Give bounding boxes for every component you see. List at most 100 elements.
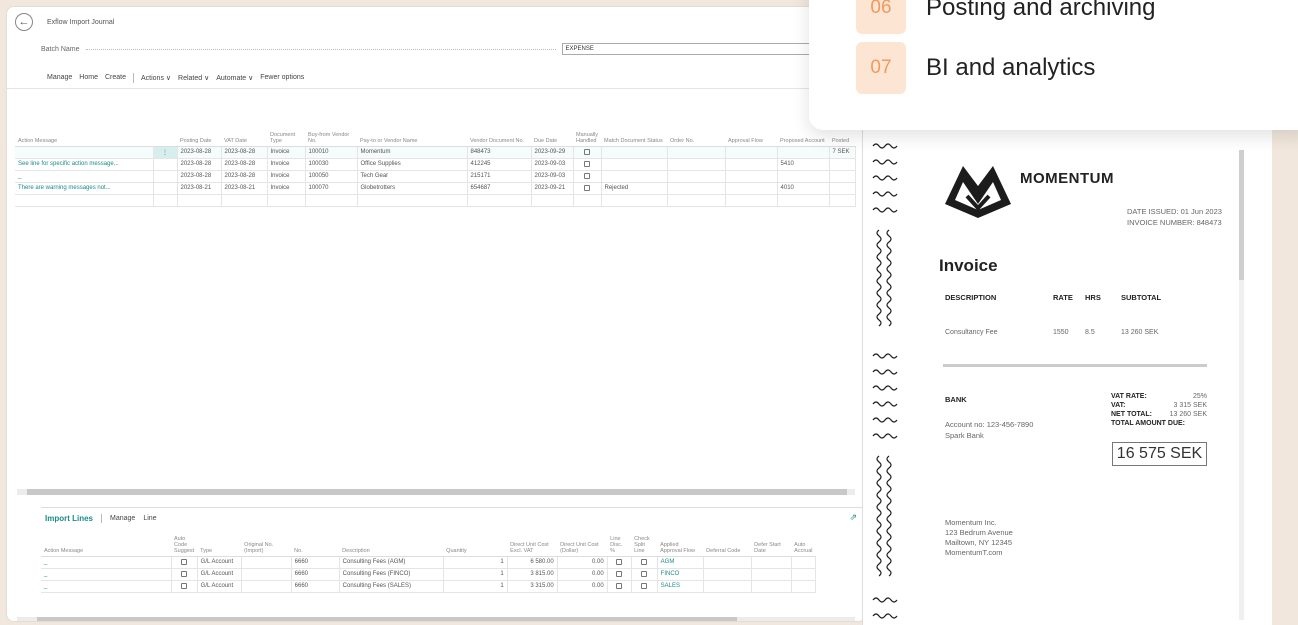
empty-cell[interactable] bbox=[305, 194, 358, 207]
cell-vd[interactable]: 2023-08-28 bbox=[221, 158, 268, 171]
action-4[interactable]: Related ∨ bbox=[178, 74, 209, 82]
cell-pd[interactable]: 2023-08-28 bbox=[177, 170, 222, 183]
checkbox[interactable] bbox=[181, 570, 188, 577]
empty-cell[interactable] bbox=[15, 194, 154, 207]
empty-cell[interactable] bbox=[601, 194, 668, 207]
empty-cell[interactable] bbox=[703, 568, 752, 581]
cell-flow[interactable]: FINCO bbox=[657, 568, 704, 581]
table-row[interactable] bbox=[15, 194, 856, 207]
action-0[interactable]: Manage bbox=[47, 74, 72, 81]
cell-acct[interactable]: 4010 bbox=[777, 182, 830, 195]
action-5[interactable]: Automate ∨ bbox=[216, 74, 253, 82]
cell-type[interactable]: Invoice bbox=[267, 146, 306, 159]
cell-posted[interactable]: 7 SEK bbox=[829, 146, 856, 159]
cell-type[interactable]: G/L Account bbox=[197, 580, 242, 593]
cell-acct[interactable]: 5410 bbox=[777, 158, 830, 171]
table-row[interactable]: _ G/L Account 6660 Consulting Fees (AGM) 1 6 … bbox=[41, 556, 817, 569]
cell-costd[interactable]: 0.00 bbox=[557, 556, 608, 569]
checkbox-cell[interactable] bbox=[607, 580, 632, 593]
empty-cell[interactable] bbox=[725, 194, 778, 207]
empty-cell[interactable] bbox=[791, 580, 817, 593]
table-row[interactable]: ⋮ 2023-08-28 2023-08-28 Invoice 100010 Moment… bbox=[15, 146, 856, 159]
cell-acct[interactable] bbox=[777, 170, 830, 183]
empty-cell[interactable] bbox=[221, 194, 268, 207]
table-row[interactable]: _ G/L Account 6660 Consulting Fees (FINCO) 1… bbox=[41, 568, 817, 581]
cell-vno[interactable]: 100070 bbox=[305, 182, 358, 195]
empty-cell[interactable] bbox=[573, 194, 602, 207]
empty-cell[interactable] bbox=[791, 556, 817, 569]
scroll-thumb[interactable] bbox=[27, 489, 847, 495]
row-menu[interactable] bbox=[153, 158, 178, 171]
cell-vd[interactable]: 2023-08-21 bbox=[221, 182, 268, 195]
scroll-thumb[interactable] bbox=[37, 617, 737, 621]
table-row[interactable]: See line for specific action message... 2… bbox=[15, 158, 856, 171]
checkbox[interactable] bbox=[584, 184, 590, 191]
empty-cell[interactable] bbox=[777, 194, 830, 207]
cell-flow[interactable] bbox=[725, 182, 778, 195]
cell-match[interactable] bbox=[601, 146, 668, 159]
cell-type[interactable]: Invoice bbox=[267, 158, 306, 171]
cell-vname[interactable]: Tech Gear bbox=[357, 170, 468, 183]
cell-msg[interactable]: _ bbox=[41, 568, 172, 581]
checkbox-cell[interactable] bbox=[631, 556, 658, 569]
checkbox[interactable] bbox=[181, 558, 188, 565]
cell-no[interactable]: 6660 bbox=[291, 556, 340, 569]
cell-costd[interactable]: 0.00 bbox=[557, 568, 608, 581]
cell-match[interactable]: Rejected bbox=[601, 182, 668, 195]
empty-cell[interactable] bbox=[177, 194, 222, 207]
checkbox[interactable] bbox=[641, 582, 648, 589]
cell-flow[interactable] bbox=[725, 170, 778, 183]
cell-orig[interactable] bbox=[241, 568, 292, 581]
cell-flow[interactable] bbox=[725, 146, 778, 159]
cell-posted[interactable] bbox=[829, 158, 856, 171]
row-menu[interactable] bbox=[153, 170, 178, 183]
checkbox[interactable] bbox=[641, 558, 648, 565]
checkbox-cell[interactable] bbox=[171, 568, 198, 581]
table-row[interactable]: _ G/L Account 6660 Consulting Fees (SALES) 1… bbox=[41, 580, 817, 593]
cell-qty[interactable]: 1 bbox=[443, 568, 508, 581]
checkbox[interactable] bbox=[616, 558, 623, 565]
lines-horizontal-scrollbar[interactable] bbox=[17, 617, 855, 621]
cell-type[interactable]: G/L Account bbox=[197, 568, 242, 581]
checkbox[interactable] bbox=[584, 172, 590, 179]
cell-acct[interactable] bbox=[777, 146, 830, 159]
checkbox[interactable] bbox=[641, 570, 648, 577]
back-arrow-icon[interactable]: ← bbox=[15, 13, 33, 31]
manually-handled-checkbox[interactable] bbox=[573, 170, 602, 183]
cell-msg[interactable]: There are warning messages not... bbox=[15, 182, 154, 195]
scroll-thumb[interactable] bbox=[1239, 150, 1244, 280]
cell-doc[interactable]: 848473 bbox=[467, 146, 532, 159]
empty-cell[interactable] bbox=[357, 194, 468, 207]
cell-doc[interactable]: 412245 bbox=[467, 158, 532, 171]
cell-msg[interactable]: _ bbox=[41, 556, 172, 569]
cell-due[interactable]: 2023-09-21 bbox=[531, 182, 574, 195]
cell-msg[interactable]: _ bbox=[15, 170, 154, 183]
cell-match[interactable] bbox=[601, 170, 668, 183]
cell-type[interactable]: G/L Account bbox=[197, 556, 242, 569]
cell-desc[interactable]: Consulting Fees (FINCO) bbox=[339, 568, 444, 581]
empty-cell[interactable] bbox=[829, 194, 856, 207]
cell-cost[interactable]: 3 315.00 bbox=[507, 580, 558, 593]
cell-doc[interactable]: 654687 bbox=[467, 182, 532, 195]
empty-cell[interactable] bbox=[751, 556, 792, 569]
table-row[interactable]: _ 2023-08-28 2023-08-28 Invoice 100050 Tech G… bbox=[15, 170, 856, 183]
cell-pd[interactable]: 2023-08-28 bbox=[177, 146, 222, 159]
cell-order[interactable] bbox=[667, 182, 726, 195]
empty-cell[interactable] bbox=[531, 194, 574, 207]
share-icon[interactable]: ⇗ bbox=[849, 512, 857, 523]
checkbox-cell[interactable] bbox=[607, 556, 632, 569]
cell-pd[interactable]: 2023-08-28 bbox=[177, 158, 222, 171]
row-menu[interactable]: ⋮ bbox=[153, 146, 178, 159]
checkbox-cell[interactable] bbox=[631, 568, 658, 581]
empty-cell[interactable] bbox=[467, 194, 532, 207]
checkbox[interactable] bbox=[584, 160, 590, 167]
empty-cell[interactable] bbox=[791, 568, 817, 581]
checkbox[interactable] bbox=[584, 148, 590, 155]
empty-cell[interactable] bbox=[703, 556, 752, 569]
cell-desc[interactable]: Consulting Fees (AGM) bbox=[339, 556, 444, 569]
empty-cell[interactable] bbox=[667, 194, 726, 207]
table-row[interactable]: There are warning messages not... 2023-08… bbox=[15, 182, 856, 195]
cell-vd[interactable]: 2023-08-28 bbox=[221, 146, 268, 159]
action-1[interactable]: Home bbox=[79, 74, 98, 81]
cell-vno[interactable]: 100050 bbox=[305, 170, 358, 183]
